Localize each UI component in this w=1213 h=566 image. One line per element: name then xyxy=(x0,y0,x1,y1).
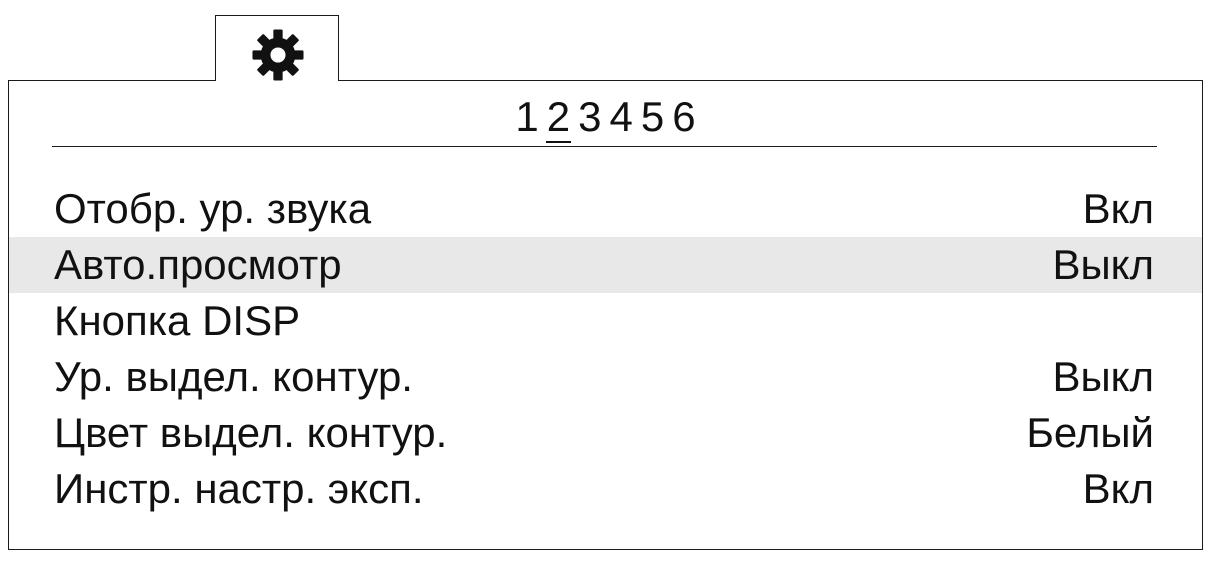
menu-item-value: Белый xyxy=(1026,409,1154,456)
menu-item-disp-button[interactable]: Кнопка DISP xyxy=(9,293,1202,349)
menu-item-peaking-level[interactable]: Ур. выдел. контур. Выкл xyxy=(9,349,1202,405)
menu-item-label: Цвет выдел. контур. xyxy=(54,409,448,456)
menu-item-value: Вкл xyxy=(1082,185,1154,232)
menu-item-value: Выкл xyxy=(1052,353,1154,400)
gear-icon xyxy=(252,29,304,81)
menu-item-label: Авто.просмотр xyxy=(54,241,342,288)
menu-item-value: Выкл xyxy=(1052,241,1154,288)
page-number-5[interactable]: 5 xyxy=(640,92,665,142)
menu-item-value: Вкл xyxy=(1082,465,1154,512)
page-number-3[interactable]: 3 xyxy=(577,92,602,142)
settings-panel: 123456 Отобр. ур. звука Вкл Авто.просмот… xyxy=(8,80,1203,550)
settings-list: Отобр. ур. звука Вкл Авто.просмотр Выкл … xyxy=(9,181,1202,517)
page-number-4[interactable]: 4 xyxy=(609,92,634,142)
settings-tab[interactable] xyxy=(215,15,339,81)
menu-item-label: Инстр. настр. эксп. xyxy=(54,465,424,512)
page-number-6[interactable]: 6 xyxy=(671,92,696,142)
page-number-1[interactable]: 1 xyxy=(514,92,539,142)
menu-item-label: Кнопка DISP xyxy=(54,297,301,344)
divider xyxy=(52,146,1157,147)
page-selector: 123456 xyxy=(9,92,1202,143)
menu-item-audio-level-display[interactable]: Отобр. ур. звука Вкл xyxy=(9,181,1202,237)
menu-item-exposure-settings-guide[interactable]: Инстр. настр. эксп. Вкл xyxy=(9,461,1202,517)
menu-item-label: Ур. выдел. контур. xyxy=(54,353,413,400)
menu-item-peaking-color[interactable]: Цвет выдел. контур. Белый xyxy=(9,405,1202,461)
menu-item-label: Отобр. ур. звука xyxy=(54,185,372,232)
menu-item-auto-review[interactable]: Авто.просмотр Выкл xyxy=(9,237,1202,293)
page-number-2[interactable]: 2 xyxy=(545,95,572,143)
